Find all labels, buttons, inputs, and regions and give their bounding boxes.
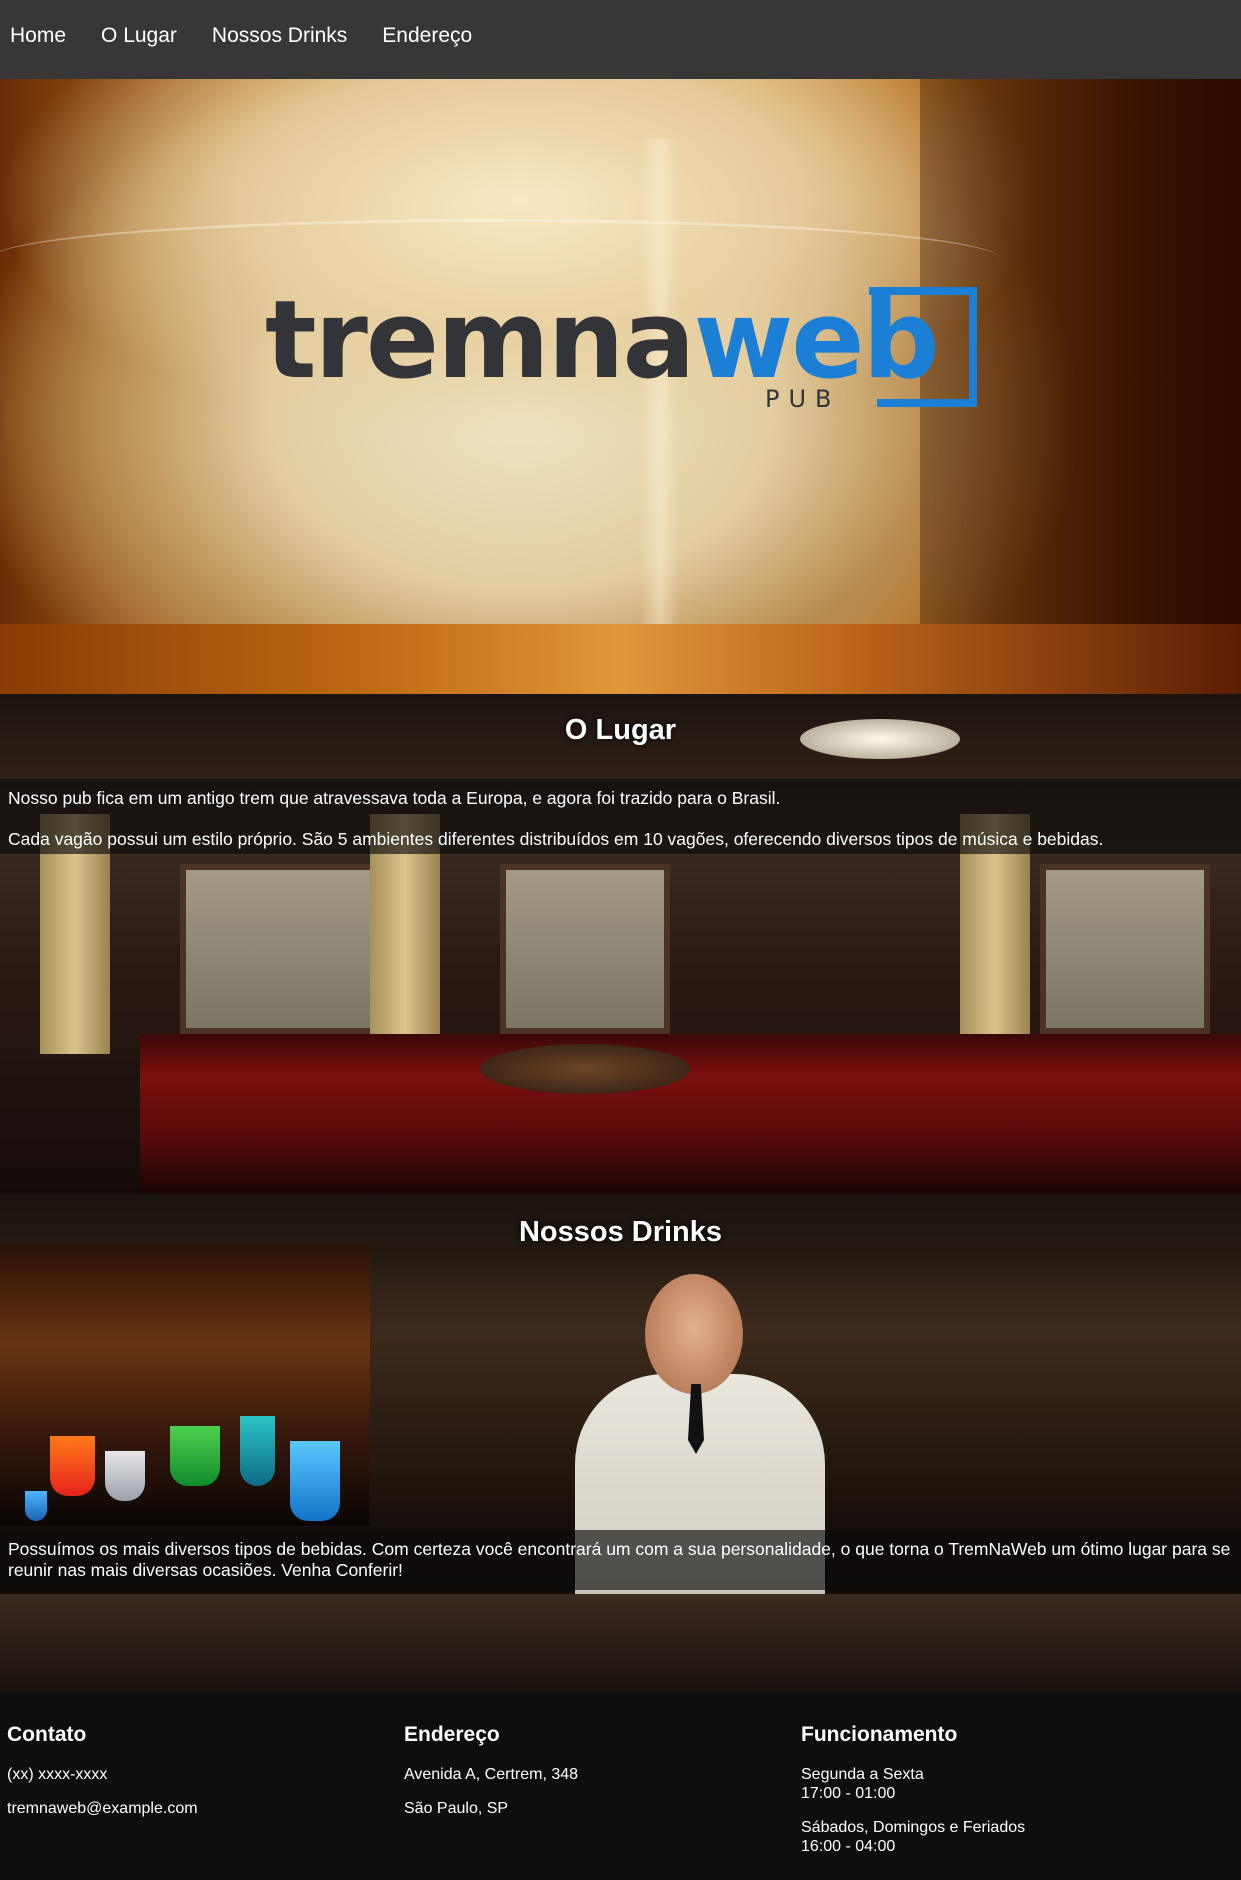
footer-hours-weekend: Sábados, Domingos e Feriados 16:00 - 04:… bbox=[801, 1818, 1025, 1856]
hero-beer-liquid bbox=[0, 624, 1241, 694]
footer-email: tremnaweb@example.com bbox=[7, 1800, 198, 1817]
cocktail-glass bbox=[105, 1451, 145, 1501]
footer: Contato (xx) xxxx-xxxx tremnaweb@example… bbox=[0, 1693, 1241, 1880]
footer-address-line-2: São Paulo, SP bbox=[404, 1800, 509, 1817]
footer-contato-column: Contato (xx) xxxx-xxxx tremnaweb@example… bbox=[7, 1723, 198, 1833]
cocktail-glass bbox=[290, 1441, 340, 1521]
nossos-drinks-paragraph: Possuímos os mais diversos tipos de bebi… bbox=[8, 1539, 1231, 1580]
cocktail-glass bbox=[25, 1491, 47, 1521]
footer-weekdays-label: Segunda a Sexta bbox=[801, 1766, 924, 1783]
round-table bbox=[480, 1044, 690, 1094]
cocktail-glass bbox=[240, 1416, 275, 1486]
cocktail-glass bbox=[50, 1436, 95, 1496]
o-lugar-paragraph-2: Cada vagão possui um estilo próprio. São… bbox=[8, 829, 1104, 849]
nav-home-link[interactable]: Home bbox=[10, 24, 66, 48]
footer-endereco-column: Endereço Avenida A, Certrem, 348 São Pau… bbox=[404, 1723, 578, 1833]
footer-funcionamento-column: Funcionamento Segunda a Sexta 17:00 - 01… bbox=[801, 1723, 1025, 1871]
footer-funcionamento-title: Funcionamento bbox=[801, 1723, 958, 1746]
logo-bracket-shape bbox=[869, 287, 977, 407]
footer-address-line-1: Avenida A, Certrem, 348 bbox=[404, 1766, 579, 1783]
top-navigation: Home O Lugar Nossos Drinks Endereço bbox=[0, 0, 1241, 79]
nav-endereco-link[interactable]: Endereço bbox=[382, 24, 472, 48]
o-lugar-section: O Lugar Nosso pub fica em um antigo trem… bbox=[0, 694, 1241, 1194]
footer-weekdays-hours: 17:00 - 01:00 bbox=[801, 1785, 896, 1802]
footer-hours-weekdays: Segunda a Sexta 17:00 - 01:00 bbox=[801, 1765, 1025, 1803]
nossos-drinks-section: Nossos Drinks Possuímos os mais diversos… bbox=[0, 1194, 1241, 1693]
nossos-drinks-title: Nossos Drinks bbox=[518, 1216, 723, 1248]
logo-subtitle: PUB bbox=[765, 385, 841, 413]
bartender-head bbox=[645, 1274, 743, 1394]
tremnaweb-logo: tremnaweb PUB bbox=[265, 287, 977, 417]
red-seats bbox=[140, 994, 1241, 1194]
logo-wordmark: tremnaweb bbox=[265, 287, 940, 395]
hero-banner: tremnaweb PUB bbox=[0, 79, 1241, 694]
footer-phone: (xx) xxxx-xxxx bbox=[7, 1766, 108, 1783]
cocktails-image bbox=[0, 1246, 370, 1526]
o-lugar-title: O Lugar bbox=[564, 714, 677, 746]
nav-o-lugar-link[interactable]: O Lugar bbox=[101, 24, 177, 48]
footer-contato-title: Contato bbox=[7, 1723, 87, 1746]
o-lugar-paragraph-1: Nosso pub fica em um antigo trem que atr… bbox=[8, 788, 781, 808]
nossos-drinks-text-band: Possuímos os mais diversos tipos de bebi… bbox=[0, 1530, 1241, 1590]
nav-nossos-drinks-link[interactable]: Nossos Drinks bbox=[212, 24, 347, 48]
o-lugar-text-band: Nosso pub fica em um antigo trem que atr… bbox=[0, 779, 1241, 854]
footer-weekend-hours: 16:00 - 04:00 bbox=[801, 1838, 896, 1855]
bar-counter bbox=[0, 1594, 1241, 1693]
footer-weekend-label: Sábados, Domingos e Feriados bbox=[801, 1819, 1026, 1836]
logo-text-dark: tremna bbox=[265, 278, 695, 403]
cocktail-glass bbox=[170, 1426, 220, 1486]
footer-endereco-title: Endereço bbox=[404, 1723, 500, 1746]
hero-glass-rim bbox=[0, 219, 1000, 259]
